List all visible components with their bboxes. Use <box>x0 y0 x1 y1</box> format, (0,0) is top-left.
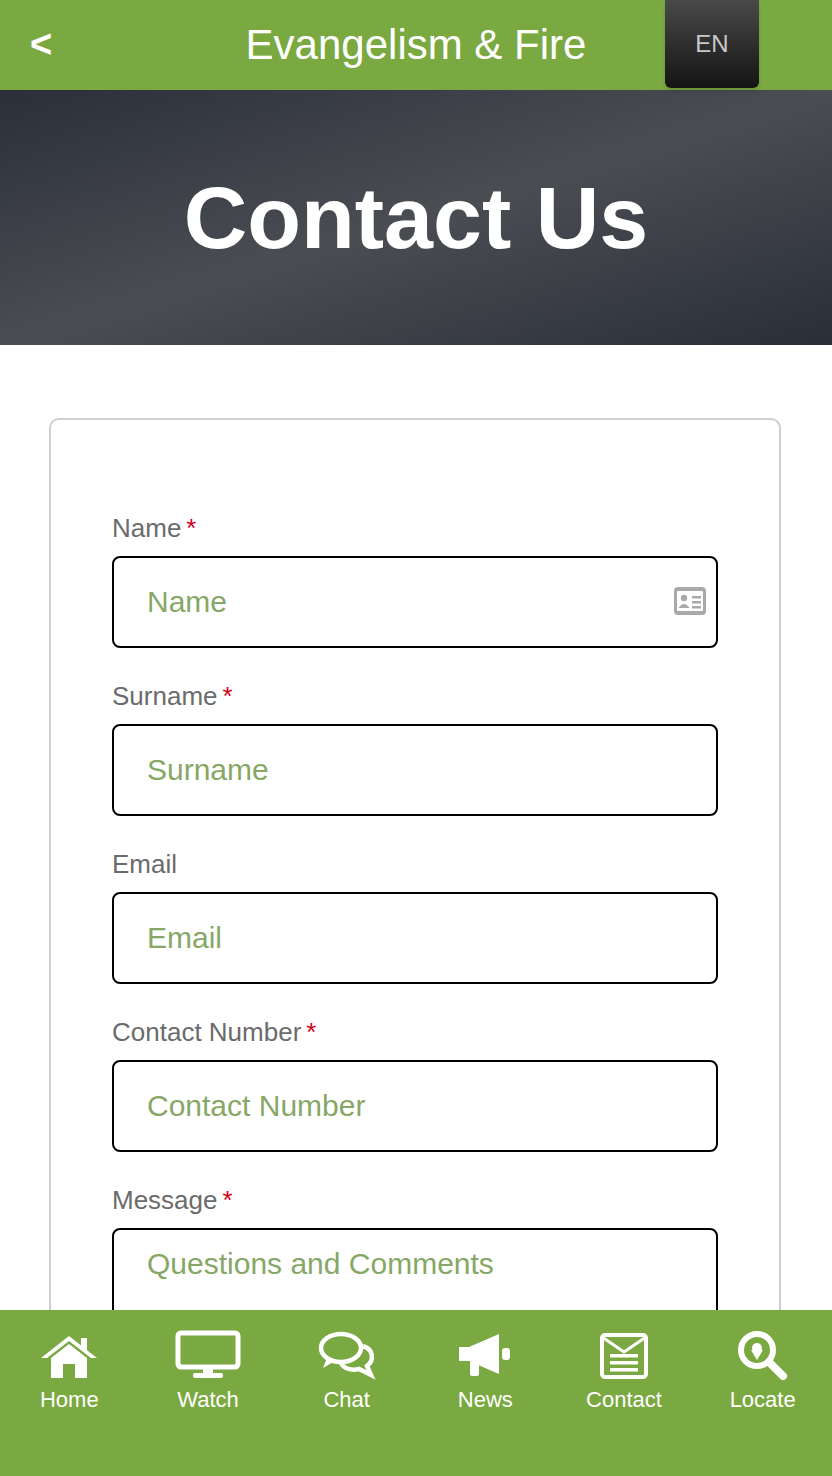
field-box <box>112 1228 718 1310</box>
text-input[interactable] <box>112 556 718 648</box>
field-box <box>112 892 718 984</box>
nav-item[interactable]: News <box>416 1328 555 1414</box>
text-input[interactable] <box>112 1060 718 1152</box>
back-button[interactable]: < <box>30 22 52 66</box>
bottom-nav: Home Watch Chat News Contact Locate <box>0 1310 832 1476</box>
text-input[interactable] <box>112 892 718 984</box>
nav-label: News <box>458 1386 513 1414</box>
newspaper-icon <box>599 1328 649 1380</box>
nav-label: Contact <box>586 1386 662 1414</box>
nav-item[interactable]: Contact <box>555 1328 694 1414</box>
required-marker: * <box>223 1182 233 1218</box>
field-box <box>112 724 718 816</box>
megaphone-icon <box>455 1328 515 1380</box>
app-header: < Evangelism & Fire EN <box>0 0 832 90</box>
nav-item[interactable]: Chat <box>277 1328 416 1414</box>
language-button[interactable]: EN <box>665 0 759 88</box>
field-box <box>112 556 718 648</box>
field-label: Name* <box>112 510 718 546</box>
required-marker: * <box>223 678 233 714</box>
app-title: Evangelism & Fire <box>246 20 587 70</box>
field-box <box>112 1060 718 1152</box>
form-field: Contact Number* <box>112 1014 718 1152</box>
field-label: Surname* <box>112 678 718 714</box>
search-pin-icon <box>735 1328 791 1380</box>
required-marker: * <box>306 1014 316 1050</box>
form-field: Message* <box>112 1182 718 1310</box>
form-field: Name* <box>112 510 718 648</box>
required-marker: * <box>186 510 196 546</box>
nav-label: Home <box>40 1386 99 1414</box>
field-label: Message* <box>112 1182 718 1218</box>
hero-title: Contact Us <box>184 168 649 268</box>
contact-form: Name* Surname* Email Contact Number* Message… <box>49 418 781 1310</box>
form-field: Surname* <box>112 678 718 816</box>
nav-item[interactable]: Home <box>0 1328 139 1414</box>
nav-label: Locate <box>730 1386 796 1414</box>
text-input[interactable] <box>112 724 718 816</box>
id-card-icon <box>674 587 706 615</box>
form-field: Email <box>112 846 718 984</box>
hero-banner: Contact Us <box>0 90 832 345</box>
nav-label: Chat <box>323 1386 369 1414</box>
message-textarea[interactable] <box>112 1228 718 1310</box>
nav-item[interactable]: Locate <box>693 1328 832 1414</box>
nav-item[interactable]: Watch <box>139 1328 278 1414</box>
field-label: Contact Number* <box>112 1014 718 1050</box>
monitor-icon <box>175 1328 241 1380</box>
home-icon <box>39 1328 99 1380</box>
nav-label: Watch <box>177 1386 239 1414</box>
field-label: Email <box>112 846 718 882</box>
chat-icon <box>317 1328 377 1380</box>
